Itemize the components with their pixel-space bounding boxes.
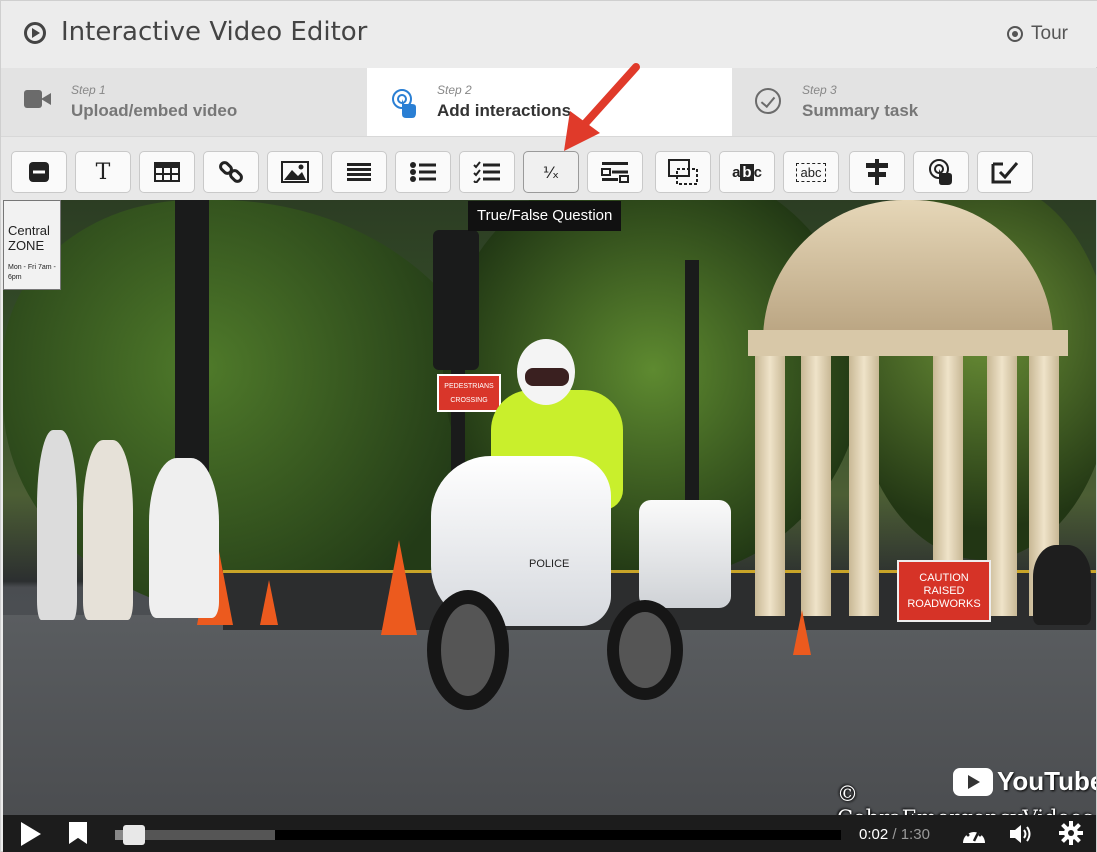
play-circle-icon bbox=[24, 22, 46, 44]
speed-icon[interactable] bbox=[961, 823, 987, 845]
editor-header: Interactive Video Editor Tour bbox=[1, 1, 1097, 67]
pedestrians-crossing-sign: PEDESTRIANS CROSSING bbox=[437, 374, 501, 412]
drag-drop-icon bbox=[668, 159, 698, 185]
helmet-visor bbox=[525, 368, 569, 386]
video-player[interactable]: Central ZONE Mon - Fri 7am - 6pm PEDESTR… bbox=[3, 200, 1096, 815]
pedestrian bbox=[149, 458, 219, 618]
multiple-choice-icon bbox=[473, 161, 500, 183]
image-button[interactable] bbox=[267, 151, 323, 193]
table-button[interactable] bbox=[139, 151, 195, 193]
gazebo-base bbox=[748, 330, 1068, 356]
police-label: POLICE bbox=[529, 558, 570, 570]
front-wheel bbox=[427, 590, 509, 710]
play-icon[interactable] bbox=[21, 822, 41, 846]
multiple-choice-button[interactable] bbox=[459, 151, 515, 193]
pedestrian bbox=[83, 440, 133, 620]
zone-hours-text: Mon - Fri 7am - 6pm bbox=[8, 264, 56, 281]
image-icon bbox=[281, 161, 309, 183]
time-display: 0:02 / 1:30 bbox=[859, 826, 930, 843]
zone-sign: Central ZONE Mon - Fri 7am - 6pm bbox=[3, 200, 61, 290]
table-icon bbox=[154, 162, 180, 182]
back-wheel bbox=[607, 600, 683, 700]
caution-sign-text: CAUTION RAISED ROADWORKS bbox=[907, 572, 981, 610]
tab-step-1[interactable]: Step 1 Upload/embed video bbox=[1, 68, 367, 136]
text-button[interactable]: T bbox=[75, 151, 131, 193]
label-icon bbox=[29, 162, 49, 182]
drag-drop-button[interactable] bbox=[655, 151, 711, 193]
zone-sign-text: Central ZONE bbox=[8, 223, 50, 253]
mark-words-button[interactable]: abc bbox=[719, 151, 775, 193]
seek-handle[interactable] bbox=[122, 825, 145, 845]
traffic-cone bbox=[260, 580, 278, 625]
ped-sign-text: PEDESTRIANS CROSSING bbox=[444, 383, 494, 404]
duration: 1:30 bbox=[900, 826, 930, 843]
video-watermark: © CobraEmergencyVideos bbox=[837, 782, 1093, 815]
tab-step-2[interactable]: Step 2 Add interactions bbox=[367, 68, 732, 136]
drag-text-icon: abc bbox=[795, 162, 827, 182]
step-number: Step 2 bbox=[437, 83, 472, 97]
single-choice-icon bbox=[410, 162, 436, 182]
step-label: Add interactions bbox=[437, 101, 572, 120]
fill-in-blanks-icon bbox=[601, 162, 629, 183]
interaction-toolbar: T ⅟ₓ abc abc bbox=[1, 136, 1097, 200]
police-officer bbox=[1033, 545, 1091, 625]
caution-sign: CAUTION RAISED ROADWORKS bbox=[897, 560, 991, 622]
step-number: Step 1 bbox=[71, 83, 106, 97]
free-text-question-button[interactable] bbox=[977, 151, 1033, 193]
step-label: Summary task bbox=[802, 101, 919, 120]
player-controls: 0:02 / 1:30 bbox=[3, 815, 1096, 852]
bookmark-icon[interactable] bbox=[69, 822, 87, 844]
check-circle-icon bbox=[755, 88, 781, 114]
tab-step-3[interactable]: Step 3 Summary task bbox=[732, 68, 1097, 136]
motorcycle-pannier bbox=[639, 500, 731, 608]
free-text-question-icon bbox=[991, 162, 1019, 184]
gazebo-pillar bbox=[801, 356, 831, 616]
video-camera-icon bbox=[24, 88, 52, 108]
tour-label: Tour bbox=[1031, 23, 1068, 44]
link-button[interactable] bbox=[203, 151, 259, 193]
statements-icon bbox=[347, 163, 371, 181]
link-icon bbox=[219, 161, 243, 183]
time-separator: / bbox=[892, 826, 897, 843]
step-number: Step 3 bbox=[802, 83, 837, 97]
toolbar-tooltip: True/False Question bbox=[468, 201, 622, 231]
gazebo-pillar bbox=[987, 356, 1017, 616]
single-choice-button[interactable] bbox=[395, 151, 451, 193]
traffic-light bbox=[433, 230, 479, 370]
arrow-annotation-icon bbox=[564, 63, 640, 151]
editor-frame: Interactive Video Editor Tour Step 1 Upl… bbox=[0, 0, 1097, 852]
volume-icon[interactable] bbox=[1009, 823, 1035, 845]
pedestrian bbox=[37, 430, 77, 620]
step-tabs: Step 1 Upload/embed video Step 2 Add int… bbox=[1, 68, 1097, 136]
navigation-hotspot-icon bbox=[929, 159, 952, 185]
statements-button[interactable] bbox=[331, 151, 387, 193]
true-false-icon: ⅟ₓ bbox=[542, 162, 560, 182]
navigation-hotspot-button[interactable] bbox=[913, 151, 969, 193]
page-title: Interactive Video Editor bbox=[61, 17, 368, 47]
tour-button[interactable]: Tour bbox=[1007, 23, 1068, 45]
mark-words-icon: abc bbox=[732, 163, 762, 181]
label-button[interactable] bbox=[11, 151, 67, 193]
traffic-cone bbox=[381, 540, 417, 635]
compass-icon bbox=[1007, 26, 1024, 42]
touch-icon bbox=[390, 88, 418, 125]
crossroads-icon bbox=[866, 159, 888, 185]
gear-icon[interactable] bbox=[1059, 821, 1083, 845]
drag-text-button[interactable]: abc bbox=[783, 151, 839, 193]
current-time: 0:02 bbox=[859, 826, 889, 843]
gazebo-pillar bbox=[849, 356, 879, 616]
seek-bar[interactable] bbox=[115, 825, 841, 845]
traffic-cone bbox=[793, 610, 811, 655]
step-label: Upload/embed video bbox=[71, 101, 238, 120]
text-icon: T bbox=[95, 159, 111, 185]
crossroads-button[interactable] bbox=[849, 151, 905, 193]
gazebo-pillar bbox=[755, 356, 785, 616]
